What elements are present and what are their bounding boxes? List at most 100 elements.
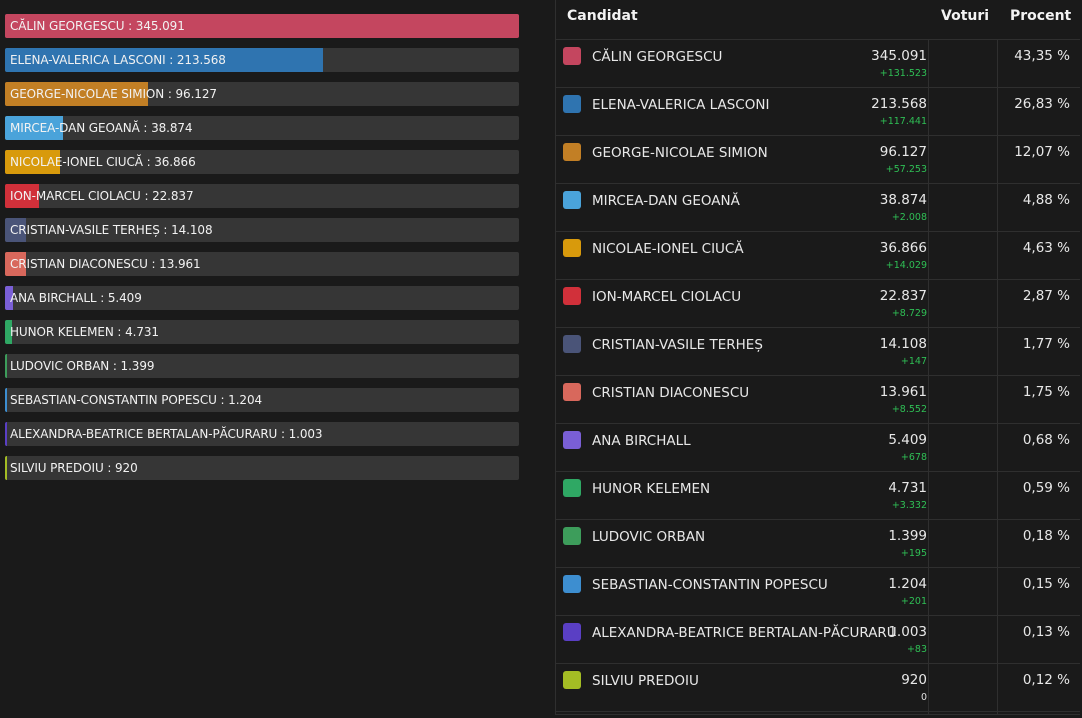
vote-bar[interactable]: CRISTIAN DIACONESCU : 13.961 bbox=[5, 252, 519, 276]
vote-bar-label: CRISTIAN-VASILE TERHEȘ : 14.108 bbox=[10, 223, 213, 237]
vote-bar-label: HUNOR KELEMEN : 4.731 bbox=[10, 325, 159, 339]
candidate-percent: 0,59 % bbox=[1022, 480, 1070, 496]
candidate-votes: 96.127 bbox=[879, 144, 927, 160]
results-table: Candidat Voturi Procent CĂLIN GEORGESCU 3… bbox=[555, 0, 1080, 715]
vote-bar[interactable]: SILVIU PREDOIU : 920 bbox=[5, 456, 519, 480]
color-swatch bbox=[563, 191, 581, 209]
vote-bar-label: SEBASTIAN-CONSTANTIN POPESCU : 1.204 bbox=[10, 393, 263, 407]
vote-bar[interactable]: NICOLAE-IONEL CIUCĂ : 36.866 bbox=[5, 150, 519, 174]
candidate-name: ANA BIRCHALL bbox=[592, 433, 691, 449]
candidate-name: MIRCEA-DAN GEOANĂ bbox=[592, 193, 740, 209]
vote-bar-label: CRISTIAN DIACONESCU : 13.961 bbox=[10, 257, 201, 271]
candidate-vote-delta: +8.552 bbox=[891, 404, 927, 415]
candidate-percent: 0,18 % bbox=[1022, 528, 1070, 544]
candidate-name: CRISTIAN DIACONESCU bbox=[592, 385, 750, 401]
color-swatch bbox=[563, 623, 581, 641]
candidate-vote-delta: +117.441 bbox=[879, 116, 927, 127]
candidate-vote-delta: +147 bbox=[900, 356, 927, 367]
table-row[interactable]: NICOLAE-IONEL CIUCĂ 36.866 +14.029 4,63 % bbox=[556, 232, 1080, 280]
candidate-name: ION-MARCEL CIOLACU bbox=[592, 289, 742, 305]
vote-bar[interactable]: MIRCEA-DAN GEOANĂ : 38.874 bbox=[5, 116, 519, 140]
vote-bar[interactable]: HUNOR KELEMEN : 4.731 bbox=[5, 320, 519, 344]
vote-bar[interactable]: ALEXANDRA-BEATRICE BERTALAN-PĂCURARU : 1… bbox=[5, 422, 519, 446]
candidate-vote-delta: +83 bbox=[906, 644, 927, 655]
color-swatch bbox=[563, 671, 581, 689]
candidate-votes: 38.874 bbox=[879, 192, 927, 208]
table-row[interactable]: SEBASTIAN-CONSTANTIN POPESCU 1.204 +201 0,1… bbox=[556, 568, 1080, 616]
candidate-percent: 1,77 % bbox=[1022, 336, 1070, 352]
candidate-votes: 1.204 bbox=[888, 576, 927, 592]
header-candidate[interactable]: Candidat bbox=[567, 0, 638, 33]
vote-bar[interactable]: ELENA-VALERICA LASCONI : 213.568 bbox=[5, 48, 519, 72]
candidate-vote-delta: +201 bbox=[900, 596, 927, 607]
candidate-votes: 5.409 bbox=[888, 432, 927, 448]
candidate-vote-delta: +195 bbox=[900, 548, 927, 559]
vote-bar[interactable]: ANA BIRCHALL : 5.409 bbox=[5, 286, 519, 310]
table-row[interactable]: CRISTIAN DIACONESCU 13.961 +8.552 1,75 % bbox=[556, 376, 1080, 424]
color-swatch bbox=[563, 47, 581, 65]
vote-bar-label: NICOLAE-IONEL CIUCĂ : 36.866 bbox=[10, 155, 196, 169]
color-swatch bbox=[563, 527, 581, 545]
header-votes[interactable]: Voturi bbox=[941, 0, 989, 33]
vote-bar[interactable]: GEORGE-NICOLAE SIMION : 96.127 bbox=[5, 82, 519, 106]
table-row[interactable]: MIRCEA-DAN GEOANĂ 38.874 +2.008 4,88 % bbox=[556, 184, 1080, 232]
candidate-name: ALEXANDRA-BEATRICE BERTALAN-PĂCURARU bbox=[592, 625, 897, 641]
candidate-percent: 12,07 % bbox=[1014, 144, 1070, 160]
table-row[interactable]: CRISTIAN-VASILE TERHEȘ 14.108 +147 1,77 % bbox=[556, 328, 1080, 376]
color-swatch bbox=[563, 383, 581, 401]
vote-bar-label: ELENA-VALERICA LASCONI : 213.568 bbox=[10, 53, 226, 67]
table-body: CĂLIN GEORGESCU 345.091 +131.523 43,35 % ELE… bbox=[556, 40, 1080, 712]
vote-bar[interactable]: SEBASTIAN-CONSTANTIN POPESCU : 1.204 bbox=[5, 388, 519, 412]
color-swatch bbox=[563, 95, 581, 113]
candidate-percent: 1,75 % bbox=[1022, 384, 1070, 400]
candidate-votes: 14.108 bbox=[879, 336, 927, 352]
vote-bar-fill bbox=[5, 456, 7, 480]
candidate-vote-delta: +3.332 bbox=[891, 500, 927, 511]
vote-bar[interactable]: ION-MARCEL CIOLACU : 22.837 bbox=[5, 184, 519, 208]
candidate-percent: 2,87 % bbox=[1022, 288, 1070, 304]
color-swatch bbox=[563, 431, 581, 449]
candidate-votes: 13.961 bbox=[879, 384, 927, 400]
header-percent[interactable]: Procent bbox=[1010, 0, 1071, 33]
candidate-name: LUDOVIC ORBAN bbox=[592, 529, 706, 545]
vote-bar-fill bbox=[5, 422, 7, 446]
table-row[interactable]: LUDOVIC ORBAN 1.399 +195 0,18 % bbox=[556, 520, 1080, 568]
vote-bar-label: ANA BIRCHALL : 5.409 bbox=[10, 291, 142, 305]
color-swatch bbox=[563, 575, 581, 593]
candidate-vote-delta: +14.029 bbox=[885, 260, 927, 271]
candidate-votes: 920 bbox=[901, 672, 927, 688]
vote-bar-fill bbox=[5, 388, 7, 412]
vote-bar[interactable]: CĂLIN GEORGESCU : 345.091 bbox=[5, 14, 519, 38]
table-row[interactable]: ELENA-VALERICA LASCONI 213.568 +117.441 26,… bbox=[556, 88, 1080, 136]
vote-bar-chart: CĂLIN GEORGESCU : 345.091 ELENA-VALERICA … bbox=[5, 14, 519, 490]
table-row[interactable]: HUNOR KELEMEN 4.731 +3.332 0,59 % bbox=[556, 472, 1080, 520]
vote-bar-label: LUDOVIC ORBAN : 1.399 bbox=[10, 359, 155, 373]
table-row[interactable]: ALEXANDRA-BEATRICE BERTALAN-PĂCURARU 1.00… bbox=[556, 616, 1080, 664]
candidate-percent: 0,15 % bbox=[1022, 576, 1070, 592]
candidate-vote-delta: +2.008 bbox=[891, 212, 927, 223]
color-swatch bbox=[563, 479, 581, 497]
candidate-votes: 36.866 bbox=[879, 240, 927, 256]
candidate-votes: 345.091 bbox=[871, 48, 927, 64]
vote-bar-label: SILVIU PREDOIU : 920 bbox=[10, 461, 138, 475]
candidate-vote-delta: +678 bbox=[900, 452, 927, 463]
color-swatch bbox=[563, 287, 581, 305]
color-swatch bbox=[563, 239, 581, 257]
candidate-percent: 4,88 % bbox=[1022, 192, 1070, 208]
election-results-view: CĂLIN GEORGESCU : 345.091 ELENA-VALERICA … bbox=[0, 0, 1082, 718]
candidate-percent: 0,68 % bbox=[1022, 432, 1070, 448]
vote-bar[interactable]: CRISTIAN-VASILE TERHEȘ : 14.108 bbox=[5, 218, 519, 242]
candidate-percent: 0,12 % bbox=[1022, 672, 1070, 688]
table-row[interactable]: GEORGE-NICOLAE SIMION 96.127 +57.253 12,07 … bbox=[556, 136, 1080, 184]
table-row[interactable]: SILVIU PREDOIU 920 0 0,12 % bbox=[556, 664, 1080, 712]
table-row[interactable]: CĂLIN GEORGESCU 345.091 +131.523 43,35 % bbox=[556, 40, 1080, 88]
table-row[interactable]: ION-MARCEL CIOLACU 22.837 +8.729 2,87 % bbox=[556, 280, 1080, 328]
candidate-vote-delta: 0 bbox=[920, 692, 927, 703]
candidate-percent: 4,63 % bbox=[1022, 240, 1070, 256]
vote-bar[interactable]: LUDOVIC ORBAN : 1.399 bbox=[5, 354, 519, 378]
color-swatch bbox=[563, 335, 581, 353]
candidate-name: SEBASTIAN-CONSTANTIN POPESCU bbox=[592, 577, 828, 593]
candidate-percent: 26,83 % bbox=[1014, 96, 1070, 112]
candidate-percent: 43,35 % bbox=[1014, 48, 1070, 64]
table-row[interactable]: ANA BIRCHALL 5.409 +678 0,68 % bbox=[556, 424, 1080, 472]
